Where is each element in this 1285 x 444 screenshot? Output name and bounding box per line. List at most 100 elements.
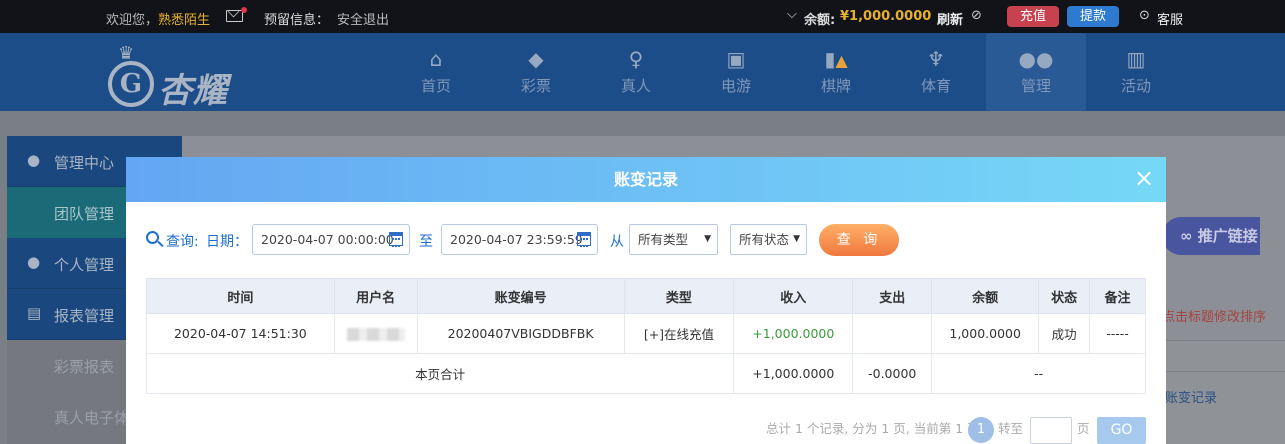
gift-icon: ▥ [1126, 47, 1146, 71]
username[interactable]: 熟悉陌生 [158, 9, 210, 28]
nav-cards[interactable]: ▮▲ 棋牌 [786, 33, 886, 111]
column-header[interactable]: 时间 [146, 278, 335, 314]
mail-badge [241, 7, 247, 13]
column-header[interactable]: 余额 [931, 278, 1040, 314]
sidebar-item-label: 团队管理 [54, 205, 115, 223]
date-from-input[interactable]: 2020-04-07 00:00:00 [252, 224, 410, 255]
summary-row: 本页合计 +1,000.0000 -0.0000 -- [145, 353, 1146, 394]
to-label: 至 [419, 234, 433, 250]
cards-icon: ▮▲ [824, 47, 848, 71]
service-link[interactable]: 客服 [1157, 9, 1183, 28]
summary-income: +1,000.0000 [733, 353, 854, 394]
summary-expense: -0.0000 [852, 353, 933, 394]
calendar-icon[interactable] [577, 232, 591, 247]
pager-summary: 总计 1 个记录, 分为 1 页, 当前第 1 页 [766, 421, 980, 436]
sidebar-item-label: 彩票报表 [54, 358, 115, 376]
balance-label: 余额: [804, 13, 836, 28]
refresh-link[interactable]: 刷新 [937, 9, 963, 28]
cell-user [333, 313, 418, 354]
date-to-input[interactable]: 2020-04-07 23:59:59 [441, 224, 598, 255]
lottery-icon: ◆ [528, 47, 544, 71]
summary-label: 本页合计 [145, 353, 735, 394]
transactions-table: 时间 用户名 账变编号 类型 收入 支出 余额 状态 备注 2020-04-07… [145, 278, 1146, 394]
users-icon: ● [27, 151, 41, 169]
slot-icon: ▣ [726, 47, 746, 71]
link-icon: ∞ [1180, 227, 1198, 245]
nav-label: 体育 [920, 77, 951, 95]
logout-link[interactable]: 安全退出 [337, 9, 389, 28]
nav-label: 彩票 [520, 77, 551, 95]
search-icon [146, 231, 159, 244]
nav-live[interactable]: ♀ 真人 [586, 33, 686, 111]
chat-icon[interactable]: ⊙ [1139, 8, 1150, 23]
welcome-text: 欢迎您， [106, 13, 159, 28]
reserved-info-label: 预留信息： [264, 13, 330, 28]
table-row: 2020-04-07 14:51:30 20200407VBIGDDBFBK [… [146, 313, 1146, 354]
cell-balance: 1,000.0000 [931, 313, 1040, 354]
logo-mark: G [108, 61, 154, 107]
nav-label: 管理 [1020, 77, 1051, 95]
home-icon: ⌂ [429, 47, 443, 71]
column-header[interactable]: 状态 [1038, 278, 1091, 314]
nav-manage[interactable]: ●● 管理 [986, 33, 1086, 111]
nav-label: 棋牌 [820, 77, 851, 95]
query-label: 查询: [166, 234, 199, 250]
column-header[interactable]: 备注 [1089, 278, 1146, 314]
nav-lottery[interactable]: ◆ 彩票 [486, 33, 586, 111]
user-icon: ● [27, 253, 41, 271]
trophy-icon: ♆ [927, 47, 945, 71]
goto-label: 转至 [998, 421, 1024, 436]
brand-logo[interactable]: ♛ G 杏耀 [108, 43, 258, 111]
cell-income: +1,000.0000 [733, 313, 854, 354]
account-change-link[interactable]: 账变记录 [1165, 387, 1217, 406]
column-header[interactable]: 收入 [733, 278, 854, 314]
report-icon: ▤ [27, 304, 42, 322]
column-header[interactable]: 支出 [852, 278, 933, 314]
column-header[interactable]: 用户名 [333, 278, 418, 314]
sidebar-item-label: 个人管理 [54, 256, 115, 274]
promo-link-button[interactable]: ∞ 推广链接 [1162, 217, 1260, 255]
close-icon[interactable]: × [1134, 166, 1154, 190]
page-jump-input[interactable] [1030, 417, 1072, 444]
nav-slots[interactable]: ▣ 电游 [686, 33, 786, 111]
summary-rest: -- [931, 353, 1146, 394]
sidebar-item-label: 真人电子体 [54, 409, 130, 427]
calendar-icon[interactable] [389, 232, 403, 247]
type-select[interactable]: 所有类型 ▼ [629, 224, 718, 255]
sidebar-item-label: 管理中心 [54, 154, 115, 172]
sort-hint: 点击标题修改排序 [1162, 310, 1267, 325]
nav-label: 活动 [1120, 77, 1151, 95]
page-number-current[interactable]: 1 [968, 417, 994, 443]
status-select-value: 所有状态 [739, 232, 790, 247]
nav-home[interactable]: ⌂ 首页 [386, 33, 486, 111]
modal-title: 账变记录 [613, 170, 678, 189]
redacted-username [346, 328, 405, 341]
status-select[interactable]: 所有状态 ▼ [730, 224, 807, 255]
nav-label: 真人 [620, 77, 651, 95]
cell-time: 2020-04-07 14:51:30 [146, 313, 335, 354]
live-icon: ♀ [628, 47, 644, 71]
main-header: ♛ G 杏耀 ⌂ 首页 ◆ 彩票 ♀ 真人 ▣ 电游 ▮▲ 棋牌 ♆ 体育 ●●… [0, 33, 1285, 111]
column-header[interactable]: 账变编号 [416, 278, 625, 314]
chevron-down-icon[interactable]: ⌵ [787, 7, 797, 22]
nav-sports[interactable]: ♆ 体育 [886, 33, 986, 111]
promo-label: 推广链接 [1197, 227, 1258, 245]
go-button[interactable]: GO [1097, 417, 1146, 444]
cell-expense [852, 313, 933, 354]
nav-events[interactable]: ▥ 活动 [1086, 33, 1186, 111]
date-label: 日期： [206, 234, 248, 250]
column-header[interactable]: 类型 [623, 278, 735, 314]
query-button[interactable]: 查 询 [819, 224, 899, 256]
table-header-row: 时间 用户名 账变编号 类型 收入 支出 余额 状态 备注 [146, 278, 1146, 314]
recharge-button[interactable]: 充值 [1007, 6, 1059, 27]
users-icon: ●● [1018, 47, 1054, 71]
cell-status: 成功 [1038, 313, 1091, 354]
mail-icon[interactable] [226, 10, 243, 22]
chevron-down-icon: ▼ [704, 234, 711, 244]
hot-badge-icon: ▲ [835, 51, 848, 70]
chevron-down-icon: ▼ [793, 234, 800, 244]
modal-header: 账变记录 × [126, 157, 1166, 202]
eye-off-icon[interactable]: ⊘ [971, 8, 982, 23]
withdraw-button[interactable]: 提款 [1067, 6, 1119, 27]
brand-name: 杏耀 [158, 71, 228, 111]
